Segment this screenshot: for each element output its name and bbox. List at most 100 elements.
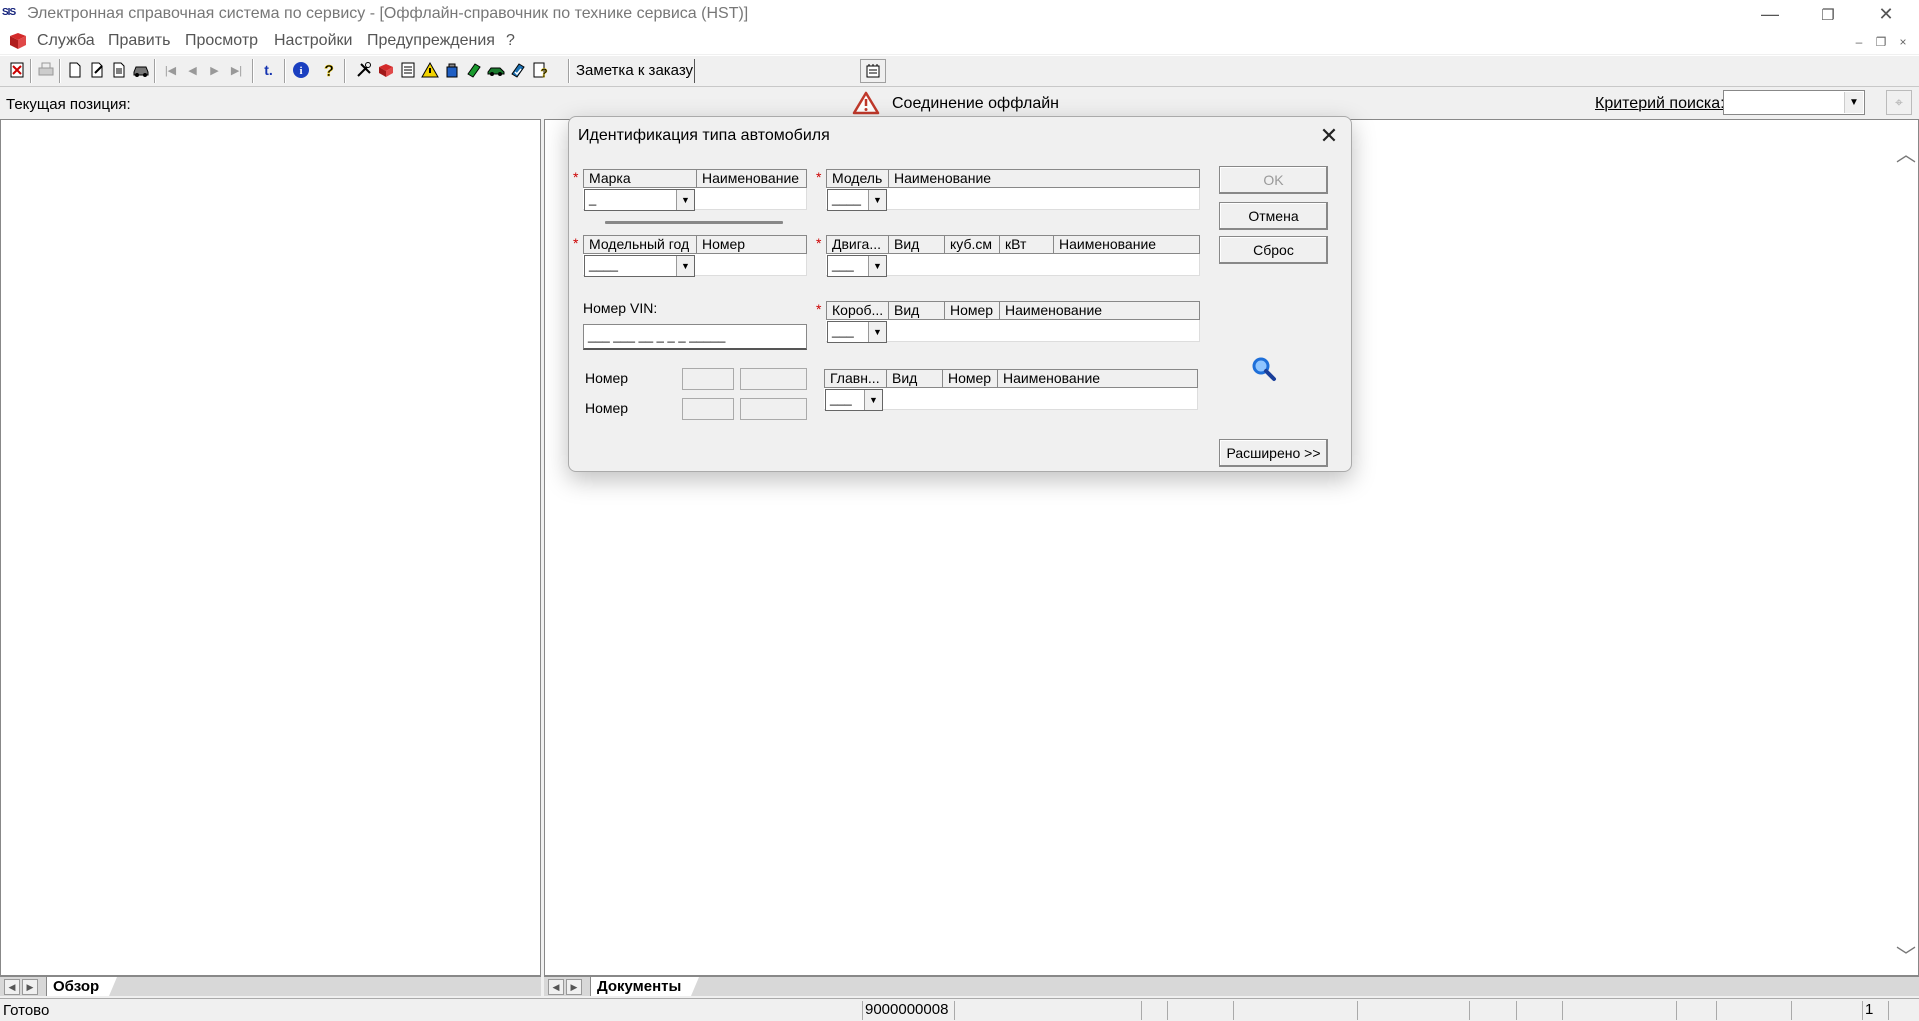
model-column-header: Модель [827,170,889,187]
vin-label: Номер VIN: [583,300,658,316]
chevron-down-icon[interactable]: ▼ [676,256,694,276]
restore-button[interactable]: ❐ [1799,0,1857,29]
overview-panel[interactable] [0,119,541,976]
tools-icon[interactable] [353,59,374,81]
status-cell [1516,1001,1562,1020]
green-car-icon[interactable] [485,59,506,81]
status-cell [1357,1001,1469,1020]
search-pin-icon: ⌖ [1895,94,1903,110]
main-gear-header: Главн... Вид Номер Наименование [824,369,1198,388]
next-page-icon[interactable]: ▶ [204,59,225,81]
required-marker: * [816,301,822,317]
chevron-down-icon[interactable]: ▼ [868,190,886,210]
info-icon[interactable]: i [290,59,311,81]
oil-can-icon[interactable] [441,59,462,81]
model-year-column-header: Модельный год [584,236,697,253]
note-edit-button[interactable] [860,59,886,83]
chevron-down-icon[interactable]: ▼ [676,190,694,210]
mdi-close-button[interactable]: × [1893,33,1913,51]
warning-icon[interactable] [419,59,440,81]
status-cell [954,1001,1141,1020]
warning-triangle-icon [852,91,880,115]
model-year-number-column-header: Номер [702,236,746,252]
catalog-icon[interactable] [397,59,418,81]
edit-document-icon[interactable] [86,59,107,81]
tab-overview[interactable]: Обзор [46,977,118,996]
current-position-label: Текущая позиция: [6,96,131,113]
model-dropdown[interactable]: ____ ▼ [827,189,887,211]
brand-dropdown[interactable]: _ ▼ [584,189,695,211]
chevron-down-icon[interactable]: ▼ [864,390,882,410]
brand-header: Марка Наименование [583,169,807,188]
menu-warnings[interactable]: Предупреждения [367,32,495,50]
menu-help[interactable]: ? [506,32,515,50]
document-check-icon[interactable] [507,59,528,81]
menu-view[interactable]: Просмотр [185,32,258,50]
tab-scroll-right-icon[interactable]: ▶ [566,979,582,995]
magnifier-icon[interactable] [1250,355,1278,383]
extended-button[interactable]: Расширено >> [1219,439,1328,467]
menu-settings[interactable]: Настройки [274,32,352,50]
gearbox-dropdown[interactable]: ___ ▼ [827,321,887,343]
notepad-icon [866,64,880,78]
tab-scroll-left-icon[interactable]: ◀ [4,979,20,995]
close-button[interactable]: ✕ [1857,0,1915,29]
book-icon[interactable] [8,32,28,50]
main-gear-dropdown[interactable]: ___ ▼ [825,389,883,411]
green-book-icon[interactable] [463,59,484,81]
status-cell [1141,1001,1167,1020]
reset-button[interactable]: Сброс [1219,236,1328,264]
mdi-restore-button[interactable]: ❐ [1871,33,1891,51]
scroll-up-icon[interactable]: ︿ [1896,138,1916,167]
tab-documents[interactable]: Документы [590,977,700,996]
brand-name-column-header: Наименование [702,170,800,186]
required-marker: * [573,169,579,185]
chevron-down-icon[interactable]: ▼ [868,322,886,342]
chevron-down-icon[interactable]: ▼ [1844,92,1863,113]
search-criterion-dropdown[interactable]: ▼ [1723,90,1865,115]
ok-button[interactable]: OK [1219,166,1328,194]
engine-value: ___ [832,257,854,272]
print-icon[interactable] [35,59,56,81]
dialog-close-button[interactable]: ✕ [1313,121,1345,151]
engine-dropdown[interactable]: ___ ▼ [827,255,887,277]
model-year-dropdown[interactable]: ____ ▼ [584,255,695,277]
main-gear-column-header: Главн... [825,370,887,387]
tab-scroll-left-icon[interactable]: ◀ [548,979,564,995]
car-icon[interactable] [130,59,151,81]
brand-scroll-indicator [605,221,783,224]
status-order-number: 9000000008 [862,1001,954,1020]
document-list-icon[interactable] [108,59,129,81]
previous-page-icon[interactable]: ◀ [182,59,203,81]
tab-scroll-right-icon[interactable]: ▶ [22,979,38,995]
vin-input[interactable]: ___ ___ __ _ _ _ _____ [583,324,807,350]
engine-name-column-header: Наименование [1059,236,1157,252]
mdi-minimize-button[interactable]: – [1849,33,1869,51]
scroll-down-icon[interactable]: ﹀ [1896,940,1916,969]
number-field-1b [740,368,807,390]
menu-edit[interactable]: Править [108,32,170,50]
chevron-down-icon[interactable]: ▼ [868,256,886,276]
svg-text:?: ? [324,63,334,79]
back-arrow-icon[interactable]: t. [258,59,279,81]
main-gear-name-column-header: Наименование [1003,370,1101,386]
menu-service[interactable]: Служба [37,32,95,50]
gearbox-value: ___ [832,323,854,338]
minimize-button[interactable]: — [1741,0,1799,29]
number-field-2a [682,398,734,420]
document-help-icon[interactable]: ? [529,59,550,81]
first-page-icon[interactable]: |◀ [160,59,181,81]
order-note-input[interactable] [694,59,856,83]
last-page-icon[interactable]: ▶| [226,59,247,81]
exit-icon[interactable] [6,59,27,81]
vehicle-type-identification-dialog: Идентификация типа автомобиля ✕ * Марка … [568,116,1352,472]
help-icon[interactable]: ? [318,59,339,81]
cancel-button[interactable]: Отмена [1219,202,1328,230]
status-cell [1167,1001,1233,1020]
svg-text:i: i [299,65,302,77]
new-document-icon[interactable] [64,59,85,81]
book-red-icon[interactable] [375,59,396,81]
toolbar-separator [344,59,346,83]
search-go-button[interactable]: ⌖ [1886,90,1912,115]
status-cell [1562,1001,1676,1020]
